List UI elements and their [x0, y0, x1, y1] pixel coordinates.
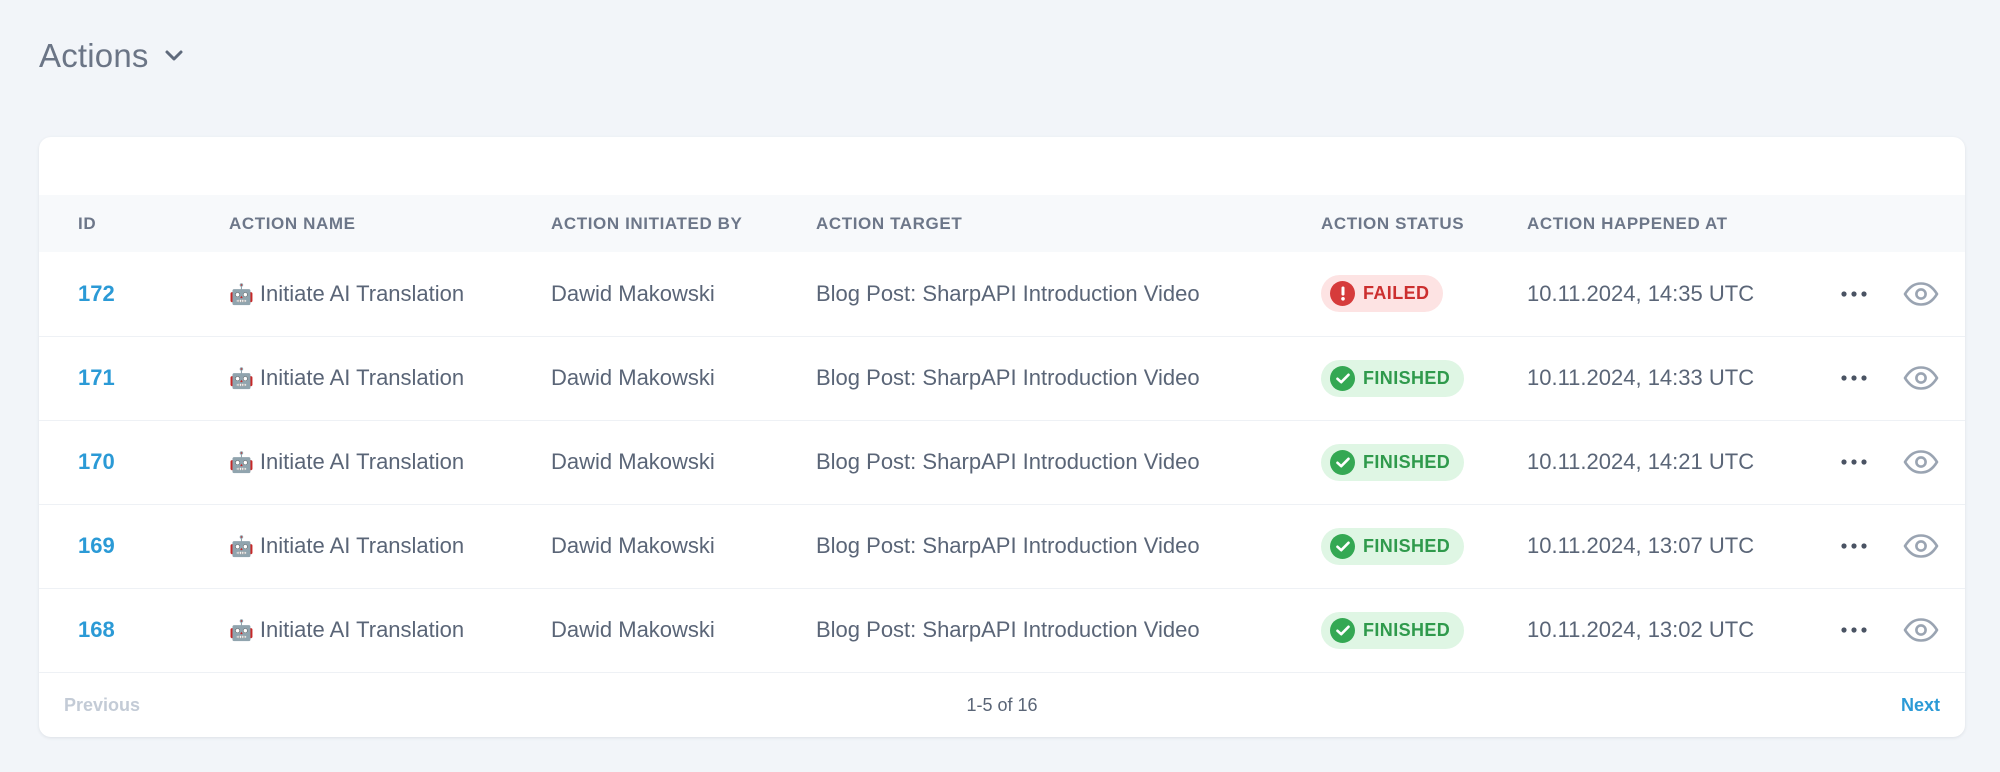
next-button[interactable]: Next — [1901, 695, 1940, 716]
status-badge: FINISHED — [1321, 611, 1465, 649]
check-icon — [1330, 449, 1355, 475]
status-label: FINISHED — [1363, 535, 1451, 556]
table-row[interactable]: 171 🤖 Initiate AI Translation Dawid Makow… — [39, 336, 1965, 420]
column-header-action-name[interactable]: Action Name — [229, 195, 551, 252]
actions-card: ID Action Name Action Initiated By Actio… — [39, 137, 1965, 737]
status-badge: FINISHED — [1321, 527, 1465, 565]
column-header-action-status[interactable]: Action Status — [1321, 195, 1527, 252]
action-id-link[interactable]: 172 — [78, 281, 115, 306]
status-label: FINISHED — [1363, 451, 1451, 472]
column-header-actions — [1857, 195, 1965, 252]
action-target: Blog Post: SharpAPI Introduction Video — [816, 365, 1200, 390]
table-row[interactable]: 172 🤖 Initiate AI Translation Dawid Makow… — [39, 252, 1965, 336]
page-heading[interactable]: Actions — [39, 36, 185, 76]
action-initiated-by: Dawid Makowski — [551, 449, 715, 474]
table-row[interactable]: 170 🤖 Initiate AI Translation Dawid Makow… — [39, 420, 1965, 504]
previous-button[interactable]: Previous — [64, 695, 140, 716]
more-options-icon[interactable] — [1841, 543, 1867, 549]
column-header-action-target[interactable]: Action Target — [816, 195, 1321, 252]
action-initiated-by: Dawid Makowski — [551, 365, 715, 390]
action-target: Blog Post: SharpAPI Introduction Video — [816, 280, 1200, 306]
pagination-range: 1-5 of 16 — [966, 694, 1038, 715]
action-name: Initiate AI Translation — [259, 449, 465, 474]
chevron-down-icon[interactable] — [163, 45, 185, 67]
action-target: Blog Post: SharpAPI Introduction Video — [816, 533, 1200, 558]
action-target: Blog Post: SharpAPI Introduction Video — [816, 449, 1200, 474]
robot-icon: 🤖 — [229, 536, 254, 558]
check-icon — [1330, 617, 1355, 643]
action-id-link[interactable]: 169 — [78, 533, 115, 558]
action-name: Initiate AI Translation — [259, 533, 465, 558]
row-actions — [1841, 281, 1965, 306]
check-icon — [1330, 533, 1355, 559]
action-target: Blog Post: SharpAPI Introduction Video — [816, 617, 1200, 642]
pagination: Previous 1-5 of 16 Next — [39, 673, 1965, 737]
more-options-icon[interactable] — [1841, 375, 1867, 381]
action-name: Initiate AI Translation — [259, 280, 465, 306]
status-label: FINISHED — [1363, 367, 1451, 388]
status-badge: FAILED — [1321, 275, 1444, 313]
action-initiated-by: Dawid Makowski — [551, 280, 715, 306]
action-id-link[interactable]: 171 — [78, 365, 115, 390]
view-eye-icon[interactable] — [1903, 366, 1939, 390]
action-happened-at: 10.11.2024, 14:33 UTC — [1527, 365, 1755, 390]
page-title: Actions — [39, 37, 149, 74]
view-eye-icon[interactable] — [1903, 618, 1939, 642]
more-options-icon[interactable] — [1841, 291, 1867, 297]
action-happened-at: 10.11.2024, 13:02 UTC — [1527, 617, 1755, 642]
column-header-happened-at[interactable]: Action Happened At — [1527, 195, 1857, 252]
robot-icon: 🤖 — [229, 620, 254, 642]
action-initiated-by: Dawid Makowski — [551, 533, 715, 558]
table-header-row: ID Action Name Action Initiated By Actio… — [39, 195, 1965, 252]
row-actions — [1841, 450, 1965, 474]
view-eye-icon[interactable] — [1903, 534, 1939, 558]
robot-icon: 🤖 — [229, 368, 254, 390]
action-initiated-by: Dawid Makowski — [551, 617, 715, 642]
action-happened-at: 10.11.2024, 14:21 UTC — [1527, 449, 1755, 474]
action-happened-at: 10.11.2024, 13:07 UTC — [1527, 533, 1755, 558]
row-actions — [1841, 534, 1965, 558]
action-happened-at: 10.11.2024, 14:35 UTC — [1527, 280, 1755, 306]
action-name: Initiate AI Translation — [259, 365, 465, 390]
actions-table: ID Action Name Action Initiated By Actio… — [39, 195, 1965, 673]
robot-icon: 🤖 — [229, 452, 254, 474]
alert-icon — [1330, 281, 1355, 307]
column-header-id[interactable]: ID — [39, 195, 229, 252]
more-options-icon[interactable] — [1841, 627, 1867, 633]
action-id-link[interactable]: 168 — [78, 617, 115, 642]
check-icon — [1330, 365, 1355, 391]
table-row[interactable]: 169 🤖 Initiate AI Translation Dawid Makow… — [39, 504, 1965, 588]
robot-icon: 🤖 — [229, 283, 254, 306]
view-eye-icon[interactable] — [1903, 281, 1939, 306]
row-actions — [1841, 366, 1965, 390]
more-options-icon[interactable] — [1841, 459, 1867, 465]
status-label: FAILED — [1363, 283, 1430, 304]
status-label: FINISHED — [1363, 619, 1451, 640]
row-actions — [1841, 618, 1965, 642]
card-toolbar — [39, 137, 1965, 195]
view-eye-icon[interactable] — [1903, 450, 1939, 474]
status-badge: FINISHED — [1321, 359, 1465, 397]
status-badge: FINISHED — [1321, 443, 1465, 481]
table-row[interactable]: 168 🤖 Initiate AI Translation Dawid Makow… — [39, 588, 1965, 672]
action-name: Initiate AI Translation — [259, 617, 465, 642]
page: Actions ID Action Name Action Initiated … — [0, 0, 2000, 772]
action-id-link[interactable]: 170 — [78, 449, 115, 474]
column-header-initiated-by[interactable]: Action Initiated By — [551, 195, 816, 252]
